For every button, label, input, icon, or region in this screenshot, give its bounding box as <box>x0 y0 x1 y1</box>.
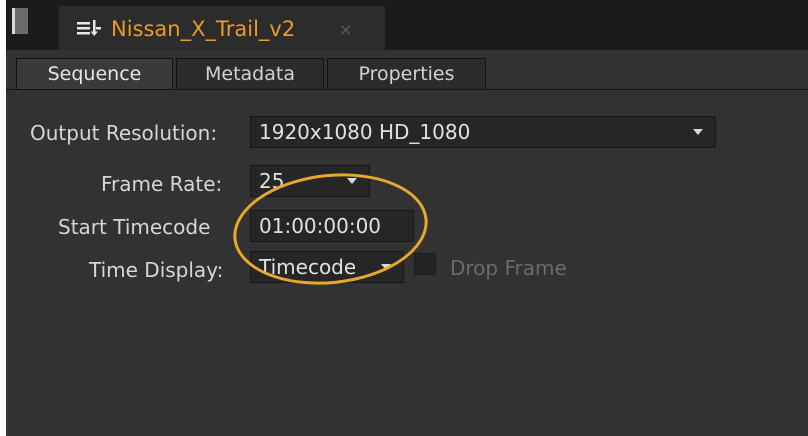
frame-rate-label: Frame Rate: <box>101 172 223 196</box>
drop-frame-label: Drop Frame <box>450 256 567 280</box>
sequence-list-icon <box>77 20 101 36</box>
tab-sequence[interactable]: Sequence <box>16 58 173 90</box>
output-resolution-label: Output Resolution: <box>30 121 218 145</box>
tab-label: Sequence <box>47 63 142 85</box>
tab-label: Metadata <box>205 63 295 85</box>
panel-dock-handle-icon[interactable] <box>12 8 28 34</box>
drop-frame-checkbox[interactable] <box>414 253 436 275</box>
tab-properties[interactable]: Properties <box>327 58 486 90</box>
close-icon[interactable]: × <box>339 20 352 39</box>
panel-title-tab[interactable]: Nissan_X_Trail_v2 × <box>59 6 385 50</box>
panel-title-bar: Nissan_X_Trail_v2 × <box>6 0 808 50</box>
start-timecode-label: Start Timecode <box>58 215 211 239</box>
tab-divider <box>6 89 808 90</box>
tab-metadata[interactable]: Metadata <box>176 58 324 90</box>
tab-label: Properties <box>358 63 455 85</box>
sequence-panel: Nissan_X_Trail_v2 × Sequence Metadata Pr… <box>6 0 808 436</box>
output-resolution-value: 1920x1080 HD_1080 <box>259 120 471 144</box>
chevron-down-icon <box>693 129 703 135</box>
output-resolution-dropdown[interactable]: 1920x1080 HD_1080 <box>250 116 716 148</box>
time-display-label: Time Display: <box>89 258 224 282</box>
panel-title: Nissan_X_Trail_v2 <box>111 17 296 41</box>
